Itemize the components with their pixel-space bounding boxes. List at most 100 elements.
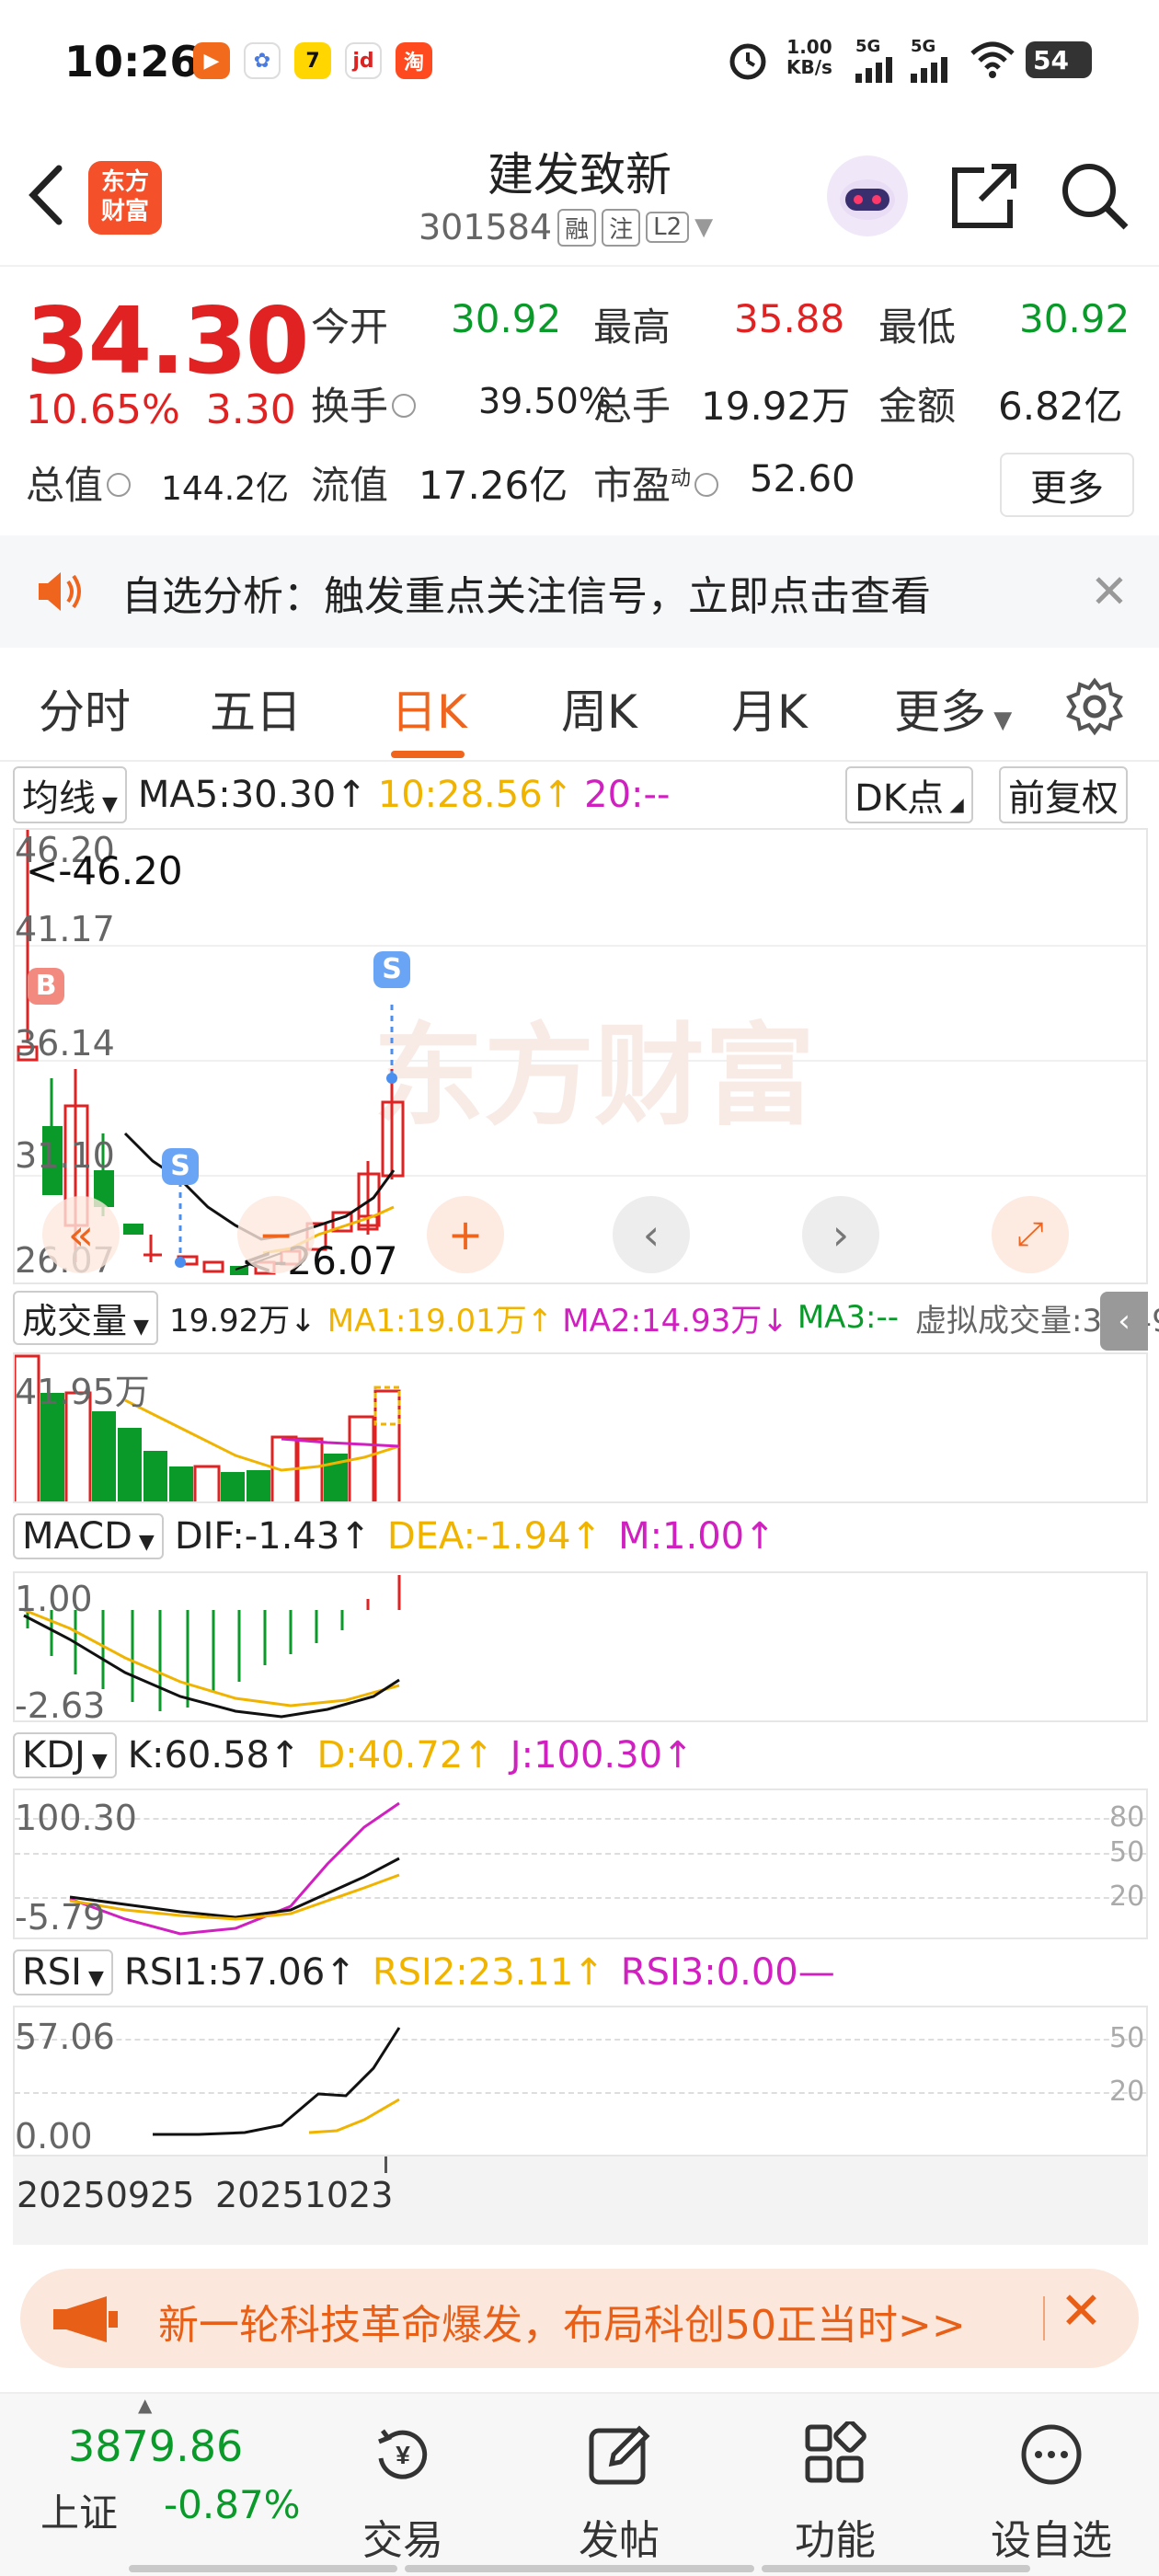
wifi-icon — [970, 41, 1015, 78]
tab-5day[interactable]: 五日 — [210, 675, 302, 742]
macd-selector[interactable]: MACD ▼ — [13, 1513, 164, 1559]
chevron-left-icon[interactable]: ‹ — [613, 1196, 690, 1273]
signal-icon — [855, 57, 892, 83]
y-label: 31.10 — [15, 1135, 115, 1176]
chevron-down-icon[interactable]: ▼ — [694, 213, 713, 241]
nav-functions[interactable]: 功能 — [743, 2394, 927, 2564]
turnover-value: 39.50% — [478, 381, 612, 421]
status-bar: 10:26 ▶ ✿ 7 jd 淘 1.00 KB/s 5G 5G 54 — [0, 0, 1159, 124]
kdj-selector[interactable]: KDJ ▼ — [13, 1732, 117, 1778]
close-icon[interactable]: ✕ — [1060, 2282, 1103, 2341]
rewind-icon[interactable]: « — [42, 1196, 120, 1273]
more-quote-button[interactable]: 更多 — [1000, 453, 1134, 517]
ma-selector[interactable]: 均线 ▼ — [13, 766, 127, 823]
promo-banner[interactable]: 新一轮科技革命爆发，布局科创50正当时>> ✕ — [20, 2269, 1139, 2368]
float-value: 17.26亿 — [419, 463, 568, 508]
network-speed: 1.00 KB/s — [786, 36, 832, 78]
volume-label: 总手 — [593, 384, 671, 429]
collapse-panel-icon[interactable]: ‹ — [1100, 1292, 1148, 1351]
rsi-level: 20 — [1109, 2076, 1145, 2108]
rsi-selector[interactable]: RSI ▼ — [13, 1949, 113, 1995]
kdj-level: 20 — [1109, 1880, 1145, 1913]
scroll-indicator — [129, 2565, 1030, 2572]
nav-trade[interactable]: ¥ 交易 — [311, 2394, 495, 2564]
macd-dif: DIF:-1.43↑ — [174, 1515, 371, 1558]
rsi-bar: RSI ▼ RSI1:57.06↑ RSI2:23.11↑ RSI3:0.00— — [0, 1947, 1159, 1998]
registration-tag: 注 — [602, 208, 641, 247]
kdj-level: 80 — [1109, 1801, 1145, 1834]
dk-point-selector[interactable]: DK点 ◢ — [845, 766, 973, 823]
tab-monthly-k[interactable]: 月K — [731, 675, 808, 742]
signal-label: 5G — [855, 37, 881, 56]
index-value[interactable]: 3879.86 — [68, 2421, 243, 2471]
adjust-selector[interactable]: 前复权 — [999, 766, 1128, 823]
sell-signal-badge[interactable]: S — [162, 1148, 199, 1185]
ma5-value: MA5:30.30↑ — [137, 774, 367, 816]
app-notification-icon: jd — [345, 42, 382, 79]
info-icon — [694, 472, 719, 497]
ma20-value: 20:-- — [584, 774, 671, 816]
gear-icon[interactable] — [1065, 677, 1124, 736]
rsi2: RSI2:23.11↑ — [372, 1951, 604, 1994]
svg-text:¥: ¥ — [396, 2441, 410, 2469]
volume-svg — [15, 1354, 401, 1501]
macd-y-bottom: -2.63 — [15, 1685, 106, 1722]
fullscreen-icon[interactable]: ⤢ — [992, 1196, 1069, 1273]
rsi-y-bottom: 0.00 — [15, 2116, 93, 2156]
app-notification-icon: 7 — [294, 42, 331, 79]
macd-y-top: 1.00 — [15, 1579, 93, 1619]
alarm-icon — [729, 43, 766, 80]
macd-m: M:1.00↑ — [618, 1515, 775, 1558]
zoom-in-icon[interactable]: + — [427, 1196, 504, 1273]
kdj-y-bottom: -5.79 — [15, 1897, 106, 1938]
vol-ma2: MA2:14.93万↓ — [562, 1302, 788, 1340]
tab-daily-k[interactable]: 日K — [391, 675, 467, 742]
tab-weekly-k[interactable]: 周K — [561, 675, 637, 742]
close-icon[interactable]: ✕ — [1090, 565, 1129, 618]
sell-signal-badge[interactable]: S — [373, 951, 410, 988]
taobao-icon: 淘 — [396, 42, 432, 79]
kdj-bar: KDJ ▼ K:60.58↑ D:40.72↑ J:100.30↑ — [0, 1730, 1159, 1781]
ma-bar: 均线 ▼ MA5:30.30↑ 10:28.56↑ 20:-- DK点 ◢ 前复… — [0, 766, 1159, 823]
kdj-level: 50 — [1109, 1836, 1145, 1869]
megaphone-icon — [53, 2296, 118, 2342]
low-label: 最低 — [878, 305, 957, 350]
search-icon[interactable] — [1058, 159, 1131, 233]
chevron-right-icon[interactable]: › — [802, 1196, 879, 1273]
date-start: 20250925 — [17, 2175, 195, 2215]
quote-panel: 34.30 10.65% 3.30 今开 30.92 最高 35.88 最低 3… — [0, 269, 1159, 535]
volume-selector[interactable]: 成交量 ▼ — [13, 1290, 158, 1345]
macd-chart: 1.00 -2.63 — [13, 1571, 1148, 1722]
rsi-level: 50 — [1109, 2022, 1145, 2054]
nav-add-watchlist[interactable]: 设自选 — [959, 2394, 1143, 2564]
stock-code: 301584 — [419, 207, 553, 247]
amount-value: 6.82亿 — [998, 384, 1123, 429]
kline-chart[interactable]: 东方财富 46.20 41.17 36.14 31.10 <-46.20 <-2… — [13, 828, 1148, 1284]
caret-up-icon: ▲ — [138, 2394, 153, 2416]
signal-notice[interactable]: 自选分析：触发重点关注信号，立即点击查看 ✕ — [0, 535, 1159, 648]
change-row: 10.65% 3.30 — [26, 386, 296, 433]
more-dots-icon — [1021, 2424, 1082, 2485]
period-tabs: 分时 五日 日K 周K 月K 更多 ▼ — [0, 648, 1159, 762]
tab-intraday[interactable]: 分时 — [39, 675, 131, 742]
amount-label: 金额 — [878, 384, 957, 429]
buy-signal-badge[interactable]: B — [28, 968, 64, 1005]
index-change[interactable]: -0.87% — [164, 2482, 301, 2527]
speaker-icon — [39, 572, 81, 611]
app-notification-icon: ✿ — [244, 42, 281, 79]
nav-post[interactable]: 发帖 — [527, 2394, 711, 2564]
open-value: 30.92 — [451, 296, 562, 341]
grid-icon — [805, 2420, 866, 2483]
index-name[interactable]: 上证 — [40, 2482, 118, 2538]
high-value: 35.88 — [734, 296, 845, 341]
share-icon[interactable] — [947, 159, 1021, 233]
yuan-icon: ¥ — [378, 2429, 428, 2479]
change-amount: 3.30 — [205, 386, 296, 433]
tab-more[interactable]: 更多 ▼ — [894, 675, 1012, 742]
robot-assistant-icon[interactable] — [823, 152, 912, 240]
stock-code-row: 301584 融 注 L2 ▼ — [419, 207, 713, 247]
pe-label: 市盈动 — [593, 454, 722, 511]
kdj-k: K:60.58↑ — [127, 1734, 301, 1777]
zoom-out-icon[interactable]: − — [237, 1196, 315, 1273]
kdj-j: J:100.30↑ — [510, 1734, 694, 1777]
